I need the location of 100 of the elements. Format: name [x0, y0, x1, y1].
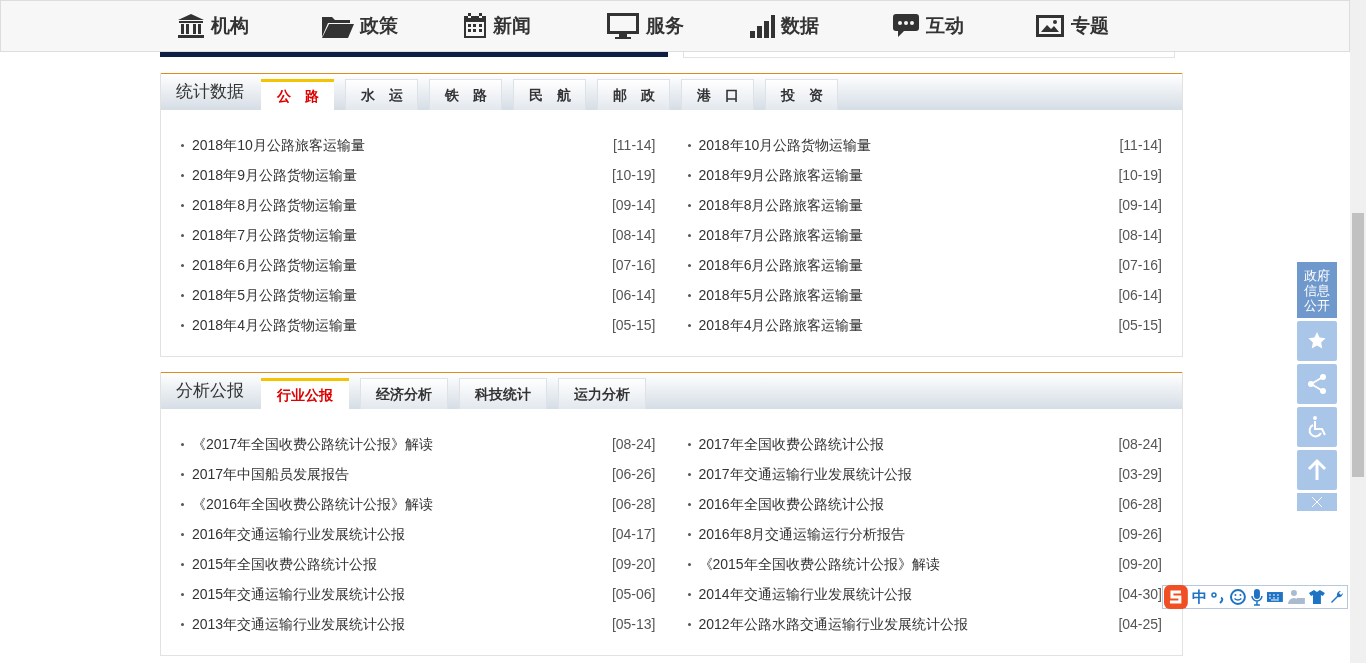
news-link[interactable]: 2018年8月公路旅客运输量 — [698, 194, 864, 216]
news-link[interactable]: 2013年交通运输行业发展统计公报 — [192, 613, 406, 635]
monitor-icon — [606, 12, 640, 40]
tab[interactable]: 水 运 — [345, 79, 418, 110]
news-link[interactable]: 2016年8月交通运输运行分析报告 — [698, 523, 906, 545]
scrollbar[interactable] — [1350, 0, 1366, 663]
bank-icon — [177, 13, 205, 39]
bullet-icon — [181, 562, 184, 566]
tab[interactable]: 运力分析 — [558, 378, 646, 409]
chat-icon — [892, 13, 920, 39]
tab[interactable]: 铁 路 — [429, 79, 502, 110]
folder-icon — [320, 14, 354, 38]
date-text: [08-14] — [611, 225, 656, 245]
date-text: [08-14] — [1118, 225, 1162, 245]
date-text: [08-24] — [1118, 434, 1162, 454]
close-button[interactable] — [1297, 493, 1337, 511]
date-text: [04-17] — [611, 524, 656, 544]
bullet-icon — [181, 532, 184, 536]
news-link[interactable]: 2018年4月公路旅客运输量 — [698, 314, 864, 336]
bar-chart-icon — [749, 14, 775, 38]
news-link[interactable]: 2016年交通运输行业发展统计公报 — [192, 523, 406, 545]
bullet-icon — [687, 562, 691, 566]
news-link[interactable]: 2015年交通运输行业发展统计公报 — [192, 583, 406, 605]
date-text: [06-14] — [1118, 285, 1162, 305]
tab[interactable]: 邮 政 — [597, 79, 670, 110]
image-icon — [1035, 14, 1065, 38]
news-link[interactable]: 2018年6月公路旅客运输量 — [698, 254, 864, 276]
tab[interactable]: 行业公报 — [261, 378, 349, 409]
news-link[interactable]: 2014年交通运输行业发展统计公报 — [698, 583, 912, 605]
tab[interactable]: 投 资 — [765, 79, 838, 110]
news-link[interactable]: 2018年10月公路货物运输量 — [698, 134, 872, 156]
bullet-icon — [687, 532, 691, 536]
share-button[interactable] — [1297, 364, 1337, 404]
smiley-icon[interactable] — [1228, 588, 1247, 606]
bullet-icon — [181, 173, 184, 177]
bullet-icon — [181, 472, 184, 476]
news-link[interactable]: 2017年全国收费公路统计公报 — [698, 433, 884, 455]
news-link[interactable]: 《2015年全国收费公路统计公报》解读 — [698, 553, 940, 575]
share-icon — [1305, 372, 1329, 396]
wheelchair-button[interactable] — [1297, 407, 1337, 447]
bullet-icon — [687, 143, 691, 147]
nav-link[interactable]: 互动 — [892, 11, 1035, 41]
date-text: [05-13] — [611, 614, 656, 634]
punctuation-icon[interactable] — [1209, 589, 1226, 605]
news-link[interactable]: 2018年5月公路旅客运输量 — [698, 284, 864, 306]
date-text: [04-25] — [1118, 614, 1162, 634]
bullet-icon — [181, 143, 184, 147]
news-link[interactable]: 2018年7月公路货物运输量 — [192, 224, 357, 246]
news-link[interactable]: 2018年8月公路货物运输量 — [192, 194, 357, 216]
news-link[interactable]: 2018年10月公路旅客运输量 — [192, 134, 365, 156]
date-text: [04-30] — [1118, 584, 1162, 604]
news-link[interactable]: 2018年9月公路货物运输量 — [192, 164, 357, 186]
date-text: [06-28] — [611, 494, 656, 514]
bullet-icon — [181, 622, 184, 626]
news-link[interactable]: 2017年交通运输行业发展统计公报 — [698, 463, 912, 485]
tab[interactable]: 科技统计 — [459, 378, 547, 409]
bullet-icon — [687, 203, 691, 207]
wrench-icon[interactable] — [1329, 589, 1345, 605]
date-text: [11-14] — [1119, 135, 1162, 155]
news-link[interactable]: 2018年6月公路货物运输量 — [192, 254, 357, 276]
news-link[interactable]: 2018年7月公路旅客运输量 — [698, 224, 864, 246]
bullet-icon — [181, 502, 184, 506]
news-link[interactable]: 2018年4月公路货物运输量 — [192, 314, 357, 336]
tab[interactable]: 民 航 — [513, 79, 586, 110]
date-text: [09-14] — [1118, 195, 1162, 215]
tab[interactable]: 港 口 — [681, 79, 754, 110]
nav-link[interactable]: 服务 — [606, 11, 749, 41]
nav-link[interactable]: 新闻 — [463, 11, 606, 41]
date-text: [10-19] — [611, 165, 656, 185]
star-button[interactable] — [1297, 321, 1337, 361]
tab[interactable]: 公 路 — [261, 79, 334, 110]
bullet-icon — [687, 323, 691, 327]
input-mode-text[interactable]: 中 — [1191, 585, 1207, 609]
bullet-icon — [687, 442, 691, 446]
bullet-icon — [181, 293, 184, 297]
date-text: [09-20] — [1118, 554, 1162, 574]
tab[interactable]: 经济分析 — [360, 378, 448, 409]
nav-link[interactable]: 机构 — [177, 11, 320, 41]
date-text: [05-15] — [1118, 315, 1162, 335]
date-text: [06-28] — [1118, 494, 1162, 514]
news-link[interactable]: 2012年公路水路交通运输行业发展统计公报 — [698, 613, 968, 635]
nav-link[interactable]: 数据 — [749, 11, 892, 41]
bullet-icon — [687, 502, 691, 506]
news-link[interactable]: 2017年中国船员发展报告 — [192, 463, 350, 485]
up-arrow-button[interactable] — [1297, 450, 1337, 490]
news-link[interactable]: 2018年5月公路货物运输量 — [192, 284, 357, 306]
shirt-icon[interactable] — [1308, 589, 1327, 605]
date-text: [11-14] — [612, 135, 656, 155]
news-link[interactable]: 2015年全国收费公路统计公报 — [192, 553, 378, 575]
news-link[interactable]: 《2016年全国收费公路统计公报》解读 — [192, 493, 434, 515]
bullet-icon — [687, 592, 691, 596]
bullet-icon — [181, 592, 184, 596]
date-text: [07-16] — [1118, 255, 1162, 275]
microphone-icon[interactable] — [1249, 588, 1264, 606]
keyboard-icon[interactable] — [1266, 590, 1285, 604]
nav-link[interactable]: 专题 — [1035, 11, 1178, 41]
news-link[interactable]: 2018年9月公路旅客运输量 — [698, 164, 864, 186]
nav-link[interactable]: 政策 — [320, 11, 463, 41]
news-link[interactable]: 《2017年全国收费公路统计公报》解读 — [192, 433, 434, 455]
news-link[interactable]: 2016年全国收费公路统计公报 — [698, 493, 884, 515]
